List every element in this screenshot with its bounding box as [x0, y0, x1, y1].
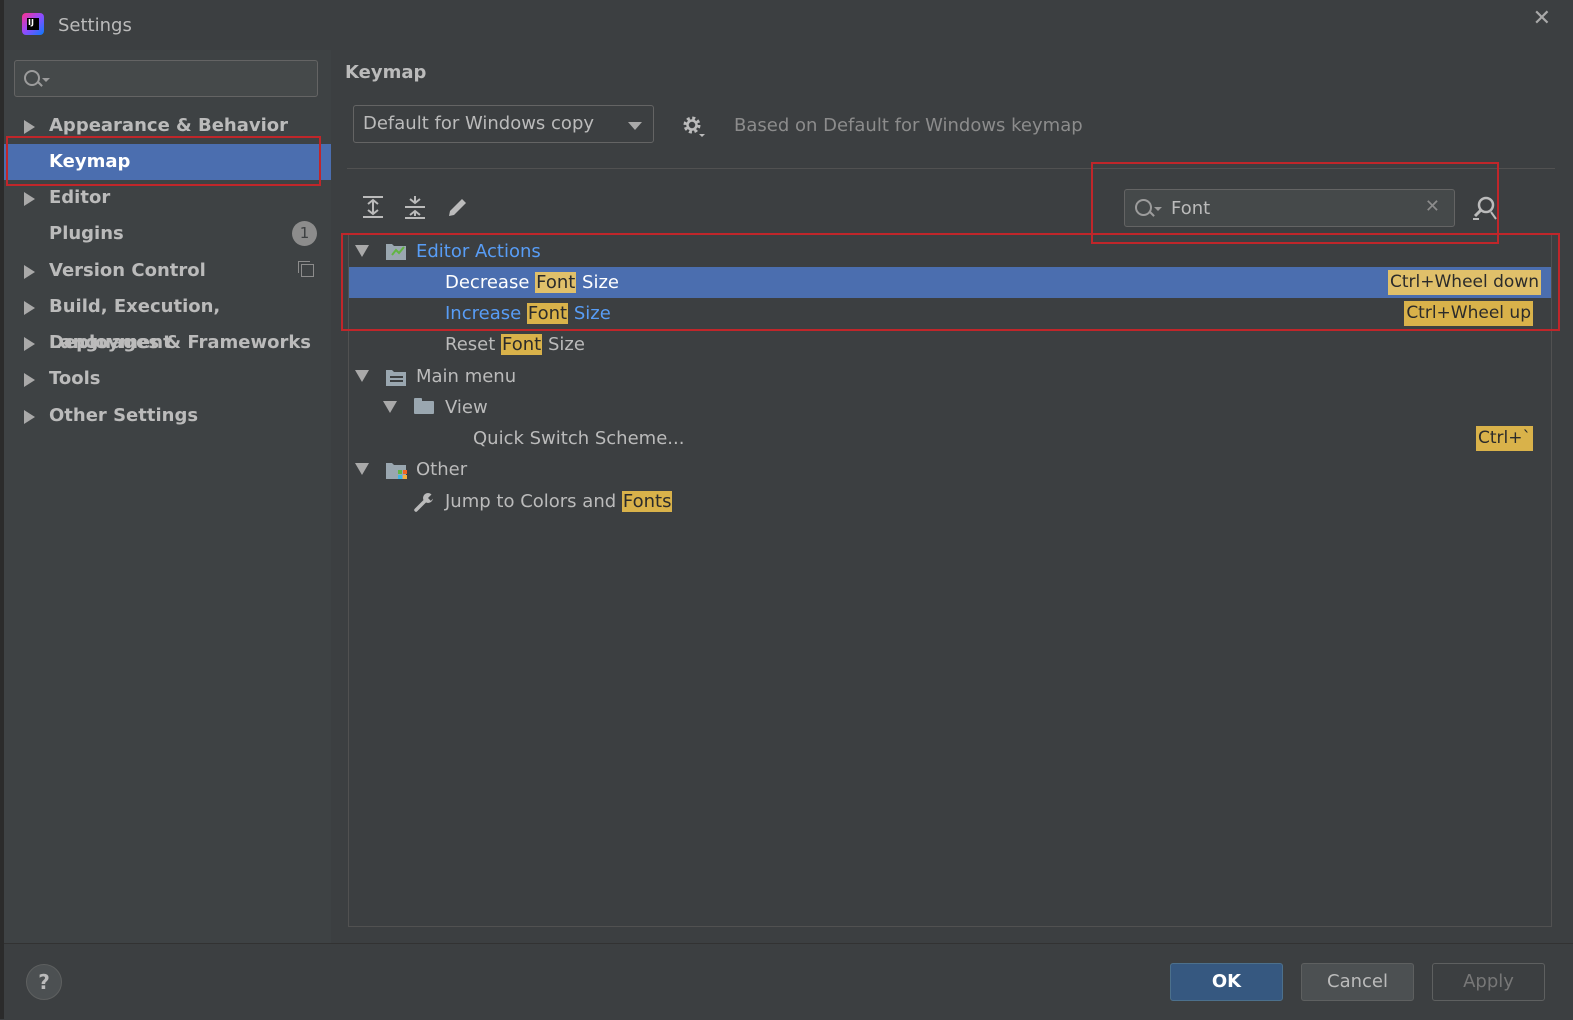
collapse-arrow-icon[interactable] [355, 370, 369, 382]
action-label-text: Jump to Colors and [445, 491, 622, 512]
cancel-button[interactable]: Cancel [1301, 963, 1414, 1001]
tree-node-label: Other [416, 459, 468, 480]
action-filter-input[interactable]: ✕ [1124, 189, 1455, 227]
tree-row-decrease-font-size[interactable]: Decrease Font Size Ctrl+Wheel down [349, 267, 1551, 298]
search-icon [24, 70, 40, 86]
sidebar-item-keymap[interactable]: Keymap [4, 144, 331, 180]
tree-node-editor-actions[interactable]: Editor Actions [349, 236, 1551, 267]
title-bar: IJ Settings ✕ [4, 0, 1573, 50]
tree-node-main-menu[interactable]: Main menu [349, 361, 1551, 392]
keymap-actions-tree[interactable]: Editor Actions Decrease Font Size Ctrl+W… [348, 234, 1552, 927]
expand-arrow-icon[interactable] [24, 120, 35, 134]
folder-actions-icon [386, 244, 406, 260]
collapse-all-icon[interactable] [402, 194, 428, 220]
tree-node-view[interactable]: View [349, 392, 1551, 423]
tree-node-label: Editor Actions [416, 241, 541, 262]
ok-button[interactable]: OK [1170, 963, 1283, 1001]
tree-row-quick-switch-scheme[interactable]: Quick Switch Scheme... Ctrl+` [349, 423, 1551, 454]
clear-icon[interactable]: ✕ [1425, 196, 1440, 217]
expand-arrow-icon[interactable] [24, 265, 35, 279]
sidebar-item-other-settings[interactable]: Other Settings [4, 398, 331, 434]
separator [347, 168, 1555, 169]
sidebar-item-label: Appearance & Behavior [49, 115, 289, 136]
keymap-scheme-value: Default for Windows copy [363, 113, 595, 134]
expand-arrow-icon[interactable] [24, 373, 35, 387]
keymap-scheme-select[interactable]: Default for Windows copy [353, 105, 654, 143]
action-label: Jump to Colors and Fonts [445, 486, 673, 517]
help-button[interactable]: ? [26, 964, 62, 1000]
sidebar-item-label: Languages & Frameworks [49, 332, 312, 353]
sidebar-item-languages[interactable]: Languages & Frameworks [4, 325, 331, 361]
sidebar-item-label: Other Settings [49, 405, 199, 426]
match-highlight: Font [535, 272, 577, 293]
sidebar-search-input[interactable] [14, 60, 318, 97]
edit-pencil-icon[interactable] [445, 194, 471, 220]
close-button[interactable]: ✕ [1533, 6, 1551, 31]
expand-arrow-icon[interactable] [24, 337, 35, 351]
main-menu-icon [386, 370, 406, 386]
plugins-update-badge: 1 [292, 221, 317, 246]
tree-node-other[interactable]: Other [349, 454, 1551, 485]
settings-sidebar: Appearance & Behavior Keymap Editor Plug… [4, 50, 331, 943]
sidebar-item-editor[interactable]: Editor [4, 180, 331, 216]
search-history-icon[interactable] [42, 78, 50, 82]
tree-row-increase-font-size[interactable]: Increase Font Size Ctrl+Wheel up [349, 298, 1551, 329]
find-by-shortcut-icon[interactable] [1471, 194, 1499, 222]
action-label: Quick Switch Scheme... [473, 428, 685, 449]
intellij-logo-icon: IJ [22, 13, 44, 35]
sidebar-item-appearance[interactable]: Appearance & Behavior [4, 108, 331, 144]
action-label-text: Size [542, 334, 585, 355]
collapse-arrow-icon[interactable] [383, 401, 397, 413]
shortcut-badge: Ctrl+Wheel down [1388, 270, 1541, 295]
action-label: Reset Font Size [445, 329, 585, 360]
sidebar-item-version-control[interactable]: Version Control [4, 253, 331, 289]
action-label-text: Size [568, 303, 611, 324]
keymap-panel: Keymap Default for Windows copy Based on… [331, 50, 1573, 943]
action-label-text: Size [576, 272, 619, 293]
sidebar-item-plugins[interactable]: Plugins 1 [4, 216, 331, 252]
tree-node-label: Main menu [416, 366, 517, 387]
tree-row-reset-font-size[interactable]: Reset Font Size [349, 329, 1551, 360]
tree-node-label: View [445, 397, 488, 418]
sidebar-item-label: Version Control [49, 260, 206, 281]
action-label-text: Increase [445, 303, 527, 324]
match-highlight: Font [501, 334, 543, 355]
filter-text-field[interactable] [1171, 190, 1411, 226]
project-level-icon [298, 261, 314, 277]
settings-dialog: IJ Settings ✕ Appearance & Behavior Keym… [0, 0, 1573, 1020]
sidebar-item-label: Plugins [49, 223, 124, 244]
search-history-icon[interactable] [1154, 207, 1162, 211]
action-label-text: Reset [445, 334, 502, 355]
based-on-text: Based on Default for Windows keymap [734, 115, 1083, 136]
page-title: Keymap [345, 62, 427, 83]
sidebar-item-label: Tools [49, 368, 101, 389]
wrench-icon [414, 493, 435, 512]
expand-arrow-icon[interactable] [24, 301, 35, 315]
chevron-down-icon [628, 122, 642, 130]
shortcut-badge: Ctrl+` [1476, 426, 1533, 451]
action-label: Decrease Font Size [445, 267, 619, 298]
expand-all-icon[interactable] [360, 194, 386, 220]
expand-arrow-icon[interactable] [24, 410, 35, 424]
window-title: Settings [58, 15, 132, 36]
sidebar-item-label: Editor [49, 187, 111, 208]
apply-button[interactable]: Apply [1432, 963, 1545, 1001]
match-highlight: Font [526, 303, 569, 324]
folder-other-icon [386, 463, 407, 479]
collapse-arrow-icon[interactable] [355, 245, 369, 257]
action-label: Increase Font Size [445, 298, 611, 329]
action-label-text: Decrease [445, 272, 536, 293]
gear-icon[interactable] [681, 114, 705, 138]
folder-icon [414, 398, 434, 414]
collapse-arrow-icon[interactable] [355, 463, 369, 475]
expand-arrow-icon[interactable] [24, 192, 35, 206]
shortcut-badge: Ctrl+Wheel up [1404, 301, 1533, 326]
dialog-button-bar: ? OK Cancel Apply [4, 943, 1573, 1020]
search-icon [1135, 199, 1152, 216]
match-highlight: Fonts [621, 491, 673, 512]
sidebar-item-tools[interactable]: Tools [4, 361, 331, 397]
sidebar-item-build[interactable]: Build, Execution, Deployment [4, 289, 331, 353]
tree-row-jump-to-colors-fonts[interactable]: Jump to Colors and Fonts [349, 486, 1551, 517]
sidebar-item-label: Keymap [49, 151, 131, 172]
